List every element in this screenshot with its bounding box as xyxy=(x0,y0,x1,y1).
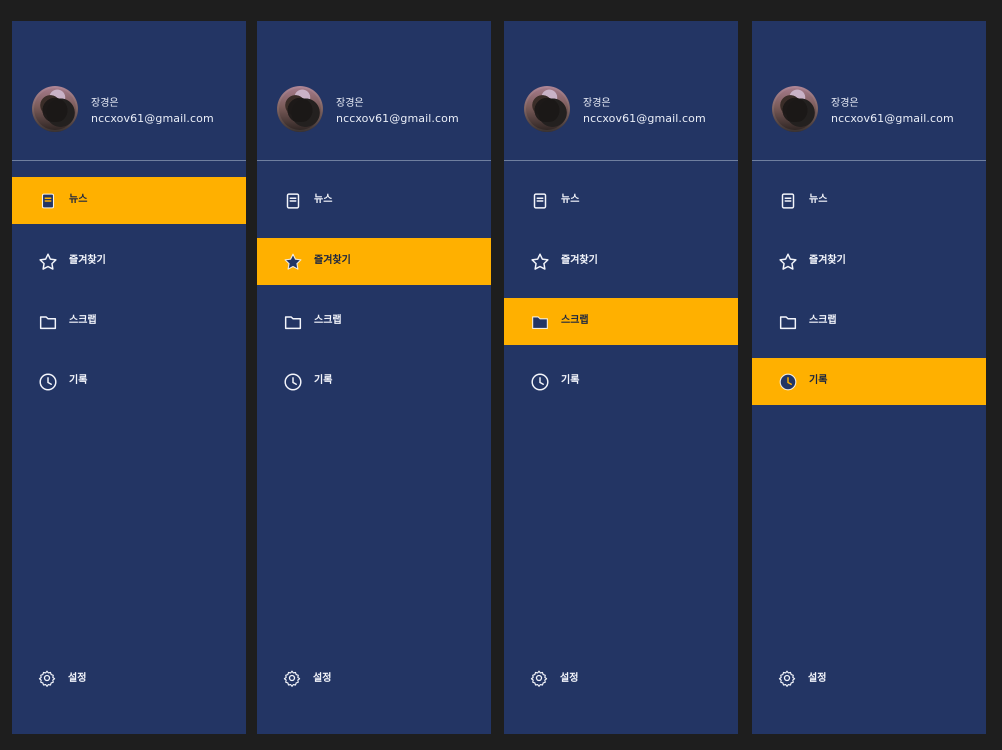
user-email: nccxov61@gmail.com xyxy=(831,112,954,125)
gear-icon xyxy=(778,670,796,687)
menu-item-label: 기록 xyxy=(809,375,828,386)
menu-item-scrap[interactable]: 스크랩 xyxy=(257,298,491,345)
avatar xyxy=(524,86,570,132)
settings-item[interactable]: 설정 xyxy=(504,660,738,698)
clock-icon xyxy=(531,373,549,391)
settings-item[interactable]: 설정 xyxy=(752,660,986,698)
settings-label: 설정 xyxy=(808,673,827,684)
news-icon xyxy=(533,193,547,209)
menu-item-label: 즐겨찾기 xyxy=(561,255,598,266)
menu-item-news[interactable]: 뉴스 xyxy=(504,177,738,224)
drawer-header: 장경은 nccxov61@gmail.com xyxy=(752,21,986,161)
menu-item-favorites[interactable]: 즐겨찾기 xyxy=(752,238,986,285)
menu-item-label: 뉴스 xyxy=(809,194,828,205)
settings-label: 설정 xyxy=(560,673,579,684)
menu-item-news[interactable]: 뉴스 xyxy=(257,177,491,224)
user-email: nccxov61@gmail.com xyxy=(583,112,706,125)
user-email: nccxov61@gmail.com xyxy=(336,112,459,125)
folder-icon xyxy=(284,316,302,330)
menu-item-label: 스크랩 xyxy=(314,315,342,326)
folder-icon xyxy=(39,316,57,330)
user-name: 장경은 xyxy=(336,98,364,109)
avatar xyxy=(277,86,323,132)
menu-item-history[interactable]: 기록 xyxy=(504,358,738,405)
menu-item-label: 즐겨찾기 xyxy=(809,255,846,266)
clock-icon xyxy=(39,373,57,391)
menu-item-scrap[interactable]: 스크랩 xyxy=(504,298,738,345)
menu-item-history[interactable]: 기록 xyxy=(257,358,491,405)
star-icon xyxy=(39,253,57,270)
menu-item-favorites[interactable]: 즐겨찾기 xyxy=(504,238,738,285)
menu-item-favorites[interactable]: 즐겨찾기 xyxy=(257,238,491,285)
user-name: 장경은 xyxy=(583,98,611,109)
gear-icon xyxy=(38,670,56,687)
menu-item-news[interactable]: 뉴스 xyxy=(12,177,246,224)
clock-icon xyxy=(779,373,797,391)
menu-item-label: 기록 xyxy=(69,375,88,386)
user-name: 장경은 xyxy=(91,98,119,109)
menu-item-label: 기록 xyxy=(561,375,580,386)
avatar xyxy=(32,86,78,132)
star-icon xyxy=(531,253,549,270)
settings-label: 설정 xyxy=(68,673,87,684)
clock-icon xyxy=(284,373,302,391)
folder-icon xyxy=(532,316,548,329)
menu-item-label: 기록 xyxy=(314,375,333,386)
menu-item-label: 즐겨찾기 xyxy=(69,255,106,266)
settings-item[interactable]: 설정 xyxy=(257,660,491,698)
gear-icon xyxy=(283,670,301,687)
menu-item-history[interactable]: 기록 xyxy=(752,358,986,405)
menu-item-label: 뉴스 xyxy=(314,194,333,205)
news-icon xyxy=(781,193,795,209)
menu-item-label: 스크랩 xyxy=(561,315,589,326)
settings-label: 설정 xyxy=(313,673,332,684)
menu-item-history[interactable]: 기록 xyxy=(12,358,246,405)
menu-item-scrap[interactable]: 스크랩 xyxy=(752,298,986,345)
menu-item-label: 뉴스 xyxy=(561,194,580,205)
drawer-variant-1: 장경은 nccxov61@gmail.com 뉴스 즐겨찾기 스크랩 기록 설정 xyxy=(12,21,246,734)
drawer-header: 장경은 nccxov61@gmail.com xyxy=(12,21,246,161)
drawer-variant-2: 장경은 nccxov61@gmail.com 뉴스 즐겨찾기 스크랩 기록 설정 xyxy=(257,21,491,734)
menu-item-label: 스크랩 xyxy=(809,315,837,326)
avatar xyxy=(772,86,818,132)
menu-item-label: 스크랩 xyxy=(69,315,97,326)
drawer-variant-4: 장경은 nccxov61@gmail.com 뉴스 즐겨찾기 스크랩 기록 설정 xyxy=(752,21,986,734)
gear-icon xyxy=(530,670,548,687)
folder-icon xyxy=(779,316,797,330)
drawer-header: 장경은 nccxov61@gmail.com xyxy=(504,21,738,161)
menu-item-news[interactable]: 뉴스 xyxy=(752,177,986,224)
drawer-header: 장경은 nccxov61@gmail.com xyxy=(257,21,491,161)
news-icon xyxy=(41,193,55,209)
menu-item-label: 즐겨찾기 xyxy=(314,255,351,266)
menu-item-label: 뉴스 xyxy=(69,194,88,205)
star-icon xyxy=(284,253,302,270)
drawer-variant-3: 장경은 nccxov61@gmail.com 뉴스 즐겨찾기 스크랩 기록 설정 xyxy=(504,21,738,734)
star-icon xyxy=(779,253,797,270)
settings-item[interactable]: 설정 xyxy=(12,660,246,698)
menu-item-scrap[interactable]: 스크랩 xyxy=(12,298,246,345)
menu-item-favorites[interactable]: 즐겨찾기 xyxy=(12,238,246,285)
user-name: 장경은 xyxy=(831,98,859,109)
user-email: nccxov61@gmail.com xyxy=(91,112,214,125)
news-icon xyxy=(286,193,300,209)
